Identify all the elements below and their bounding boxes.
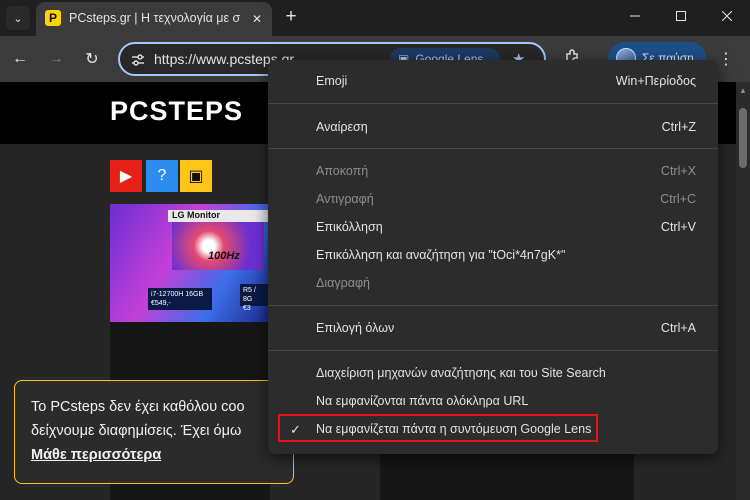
menu-item-emoji[interactable]: Emoji Win+Περίοδος: [268, 68, 718, 96]
menu-item-label: Να εμφανίζονται πάντα ολόκληρα URL: [316, 394, 529, 408]
monitor-image: [172, 222, 264, 270]
maximize-button[interactable]: [658, 0, 704, 32]
cookie-text-line: Το PCsteps δεν έχει καθόλου coo: [31, 399, 245, 415]
help-icon[interactable]: ?: [146, 160, 178, 192]
menu-item-paste-and-search[interactable]: Επικόλληση και αναζήτηση για "tOci*4n7gK…: [268, 242, 718, 270]
menu-item-cut[interactable]: Αποκοπή Ctrl+X: [268, 158, 718, 186]
tab-title: PCsteps.gr | Η τεχνολογία με σ...: [69, 11, 241, 25]
plus-icon: +: [285, 6, 297, 27]
menu-divider: [268, 305, 718, 306]
scroll-thumb[interactable]: [739, 108, 747, 168]
menu-item-shortcut: Ctrl+Z: [661, 120, 696, 134]
banner-hz-label: 100Hz: [208, 250, 240, 262]
menu-item-shortcut: Ctrl+X: [660, 164, 696, 178]
page-scrollbar[interactable]: ▲: [736, 82, 750, 500]
scroll-up-icon[interactable]: ▲: [739, 86, 747, 95]
context-menu: Emoji Win+Περίοδος Αναίρεση Ctrl+Z Αποκο…: [268, 60, 718, 454]
menu-item-label: Αναίρεση: [316, 120, 368, 134]
tab-search-button[interactable]: ⌄: [6, 6, 30, 30]
menu-item-delete[interactable]: Διαγραφή: [268, 270, 718, 298]
highlight-box: [278, 414, 598, 442]
menu-item-label: Αποκοπή: [316, 164, 369, 178]
menu-item-label: Διαχείριση μηχανών αναζήτησης και του Si…: [316, 366, 606, 380]
spec-price: €3: [243, 305, 251, 312]
menu-item-label: Επικόλληση: [316, 220, 383, 234]
spec-price: €549,-: [151, 300, 171, 307]
site-logo[interactable]: PCSTEPS: [110, 96, 243, 127]
favicon-icon: P: [45, 10, 61, 26]
menu-item-label: Emoji: [316, 74, 348, 88]
shopping-bag-icon[interactable]: ▣: [180, 160, 212, 192]
menu-item-undo[interactable]: Αναίρεση Ctrl+Z: [268, 114, 718, 142]
menu-divider: [268, 103, 718, 104]
menu-item-shortcut: Ctrl+C: [660, 192, 696, 206]
menu-item-shortcut: Ctrl+V: [660, 220, 696, 234]
youtube-icon[interactable]: ▶: [110, 160, 142, 192]
menu-item-label: Αντιγραφή: [316, 192, 374, 206]
banner-monitor-label: LG Monitor: [168, 210, 268, 222]
close-icon[interactable]: ✕: [248, 10, 266, 28]
menu-item-label: Επιλογή όλων: [316, 321, 395, 335]
arrow-right-icon: →: [48, 50, 64, 67]
arrow-left-icon: ←: [12, 50, 28, 67]
menu-divider: [268, 350, 718, 351]
cookie-notice: Το PCsteps δεν έχει καθόλου coo δείχνουμ…: [14, 380, 294, 484]
close-icon: [722, 11, 732, 21]
more-menu-icon[interactable]: ⋮: [716, 48, 736, 70]
menu-item-paste[interactable]: Επικόλληση Ctrl+V: [268, 214, 718, 242]
close-window-button[interactable]: [704, 0, 750, 32]
banner-spec-box: i7-12700H 16GB €549,-: [148, 288, 212, 310]
menu-divider: [268, 148, 718, 149]
forward-button[interactable]: →: [44, 47, 68, 71]
tab-active[interactable]: P PCsteps.gr | Η τεχνολογία με σ... ✕: [36, 2, 272, 36]
menu-item-select-all[interactable]: Επιλογή όλων Ctrl+A: [268, 315, 718, 343]
maximize-icon: [676, 11, 686, 21]
minimize-button[interactable]: [612, 0, 658, 32]
spec-line: R5 / 8G: [243, 287, 256, 303]
menu-item-shortcut: Win+Περίοδος: [615, 74, 696, 88]
banner-spec-box: R5 / 8G €3: [240, 284, 270, 312]
learn-more-link[interactable]: Μάθε περισσότερα: [31, 447, 161, 463]
back-button[interactable]: ←: [8, 47, 32, 71]
cookie-text-line: δείχνουμε διαφημίσεις. Έχει όμω: [31, 423, 242, 439]
tab-strip: ⌄ P PCsteps.gr | Η τεχνολογία με σ... ✕ …: [0, 0, 750, 36]
new-tab-button[interactable]: +: [280, 6, 302, 28]
menu-item-copy[interactable]: Αντιγραφή Ctrl+C: [268, 186, 718, 214]
spec-line: i7-12700H 16GB: [151, 291, 204, 298]
menu-item-label: Διαγραφή: [316, 276, 370, 290]
reload-icon: ↻: [85, 51, 99, 68]
reload-button[interactable]: ↻: [80, 47, 104, 71]
promo-banner[interactable]: LG Monitor 100Hz i7-12700H 16GB €549,- R…: [110, 204, 270, 322]
menu-item-label: Επικόλληση και αναζήτηση για "tOci*4n7gK…: [316, 248, 566, 262]
chevron-down-icon: ⌄: [13, 12, 23, 25]
menu-item-shortcut: Ctrl+A: [660, 321, 696, 335]
site-settings-icon[interactable]: [130, 52, 146, 68]
menu-item-manage-search-engines[interactable]: Διαχείριση μηχανών αναζήτησης και του Si…: [268, 360, 718, 388]
menu-item-show-full-urls[interactable]: Να εμφανίζονται πάντα ολόκληρα URL: [268, 388, 718, 416]
minimize-icon: [630, 15, 640, 17]
